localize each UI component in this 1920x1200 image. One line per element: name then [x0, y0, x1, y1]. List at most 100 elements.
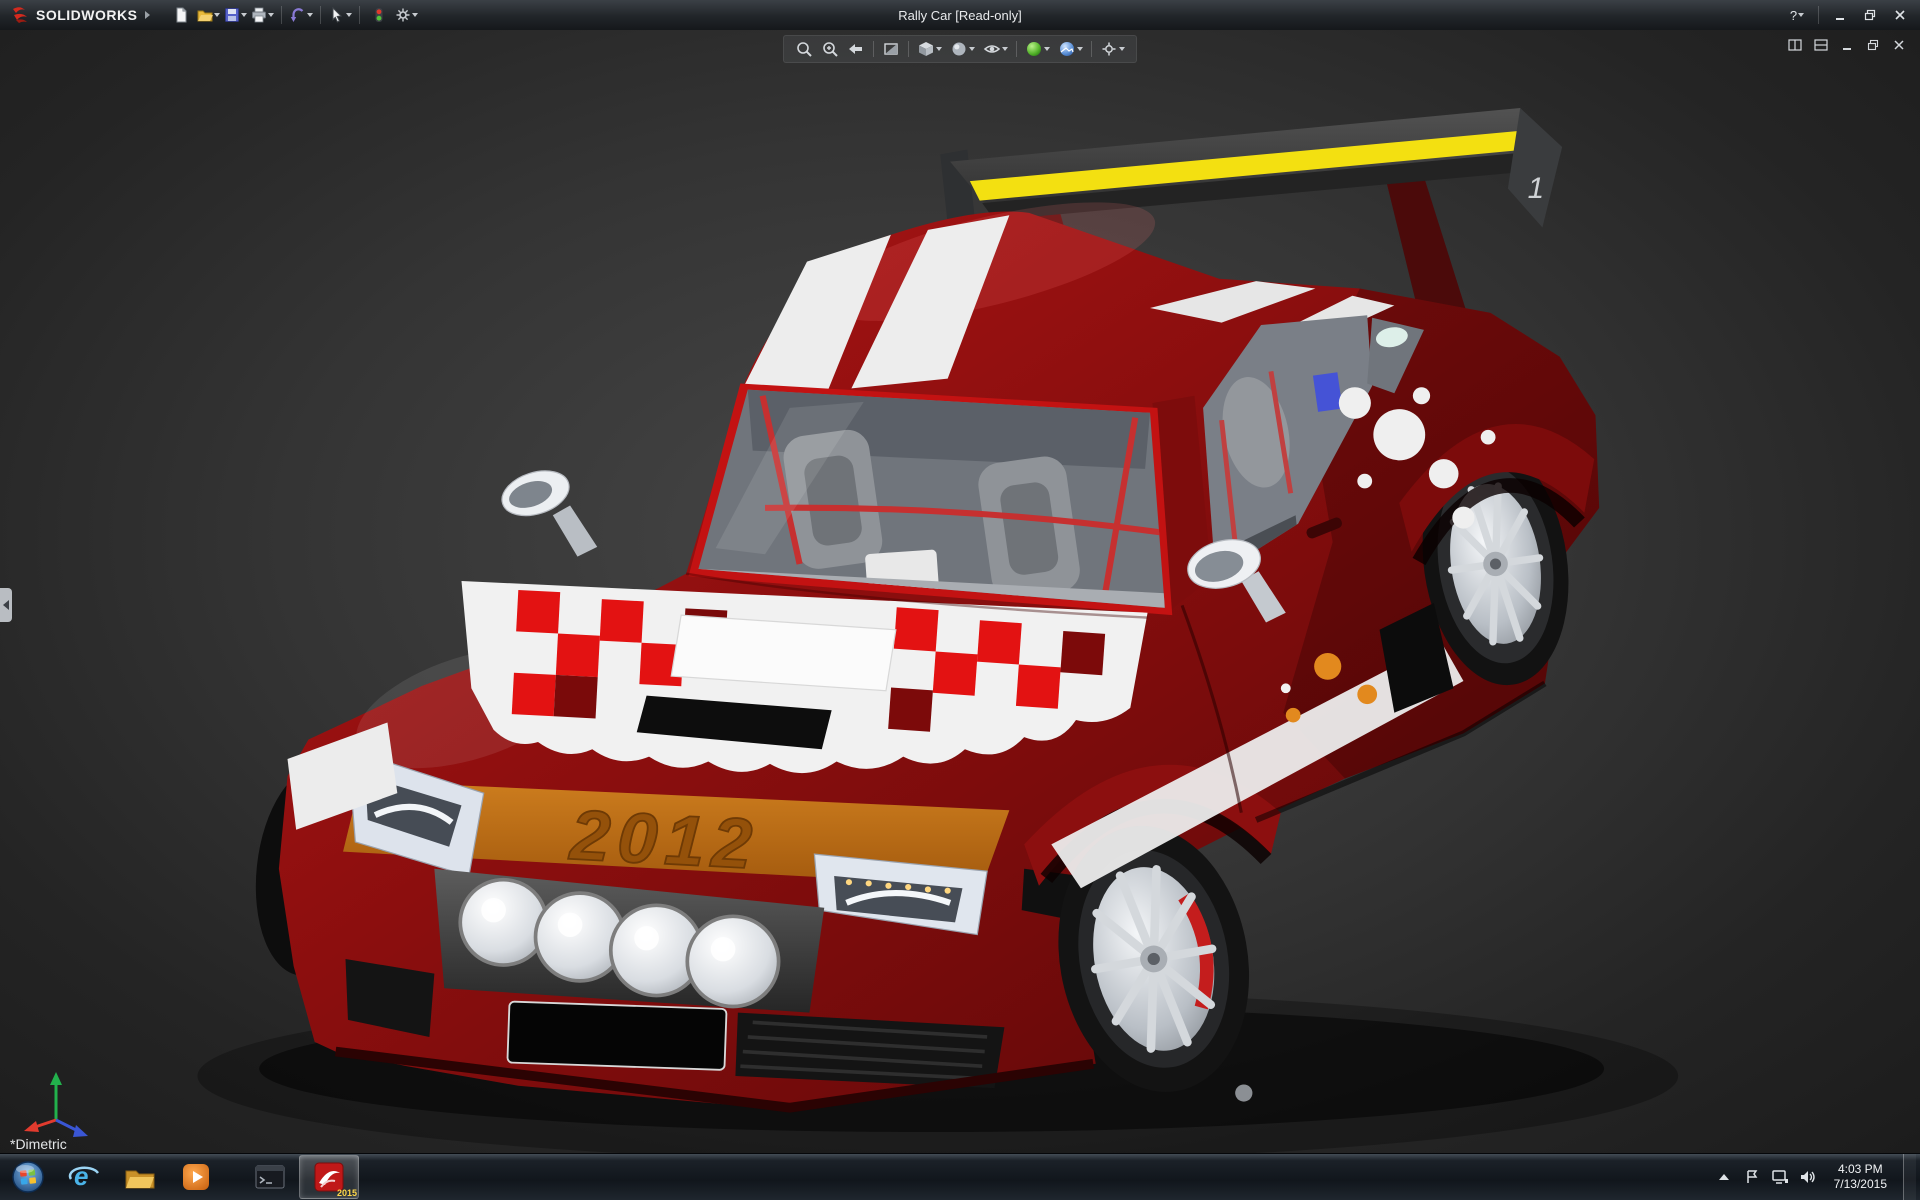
toolbar-separator — [320, 6, 321, 24]
section-view-button[interactable] — [879, 38, 903, 60]
taskbar: e 2015 — [0, 1153, 1920, 1200]
logo-expand-arrow-icon[interactable] — [145, 11, 150, 19]
view-settings-button[interactable] — [1097, 38, 1128, 60]
undo-icon — [290, 7, 306, 23]
show-desktop-button[interactable] — [1903, 1154, 1916, 1200]
options-gear-icon — [395, 7, 411, 23]
dropdown-caret-icon[interactable] — [268, 13, 274, 17]
license-plate[interactable] — [507, 1002, 726, 1070]
doc-restore-button[interactable] — [1862, 36, 1884, 54]
volume-icon[interactable] — [1798, 1154, 1818, 1200]
toolbar-separator — [1016, 41, 1017, 57]
dropdown-caret-icon[interactable] — [1044, 47, 1050, 51]
toolbar-separator — [1091, 41, 1092, 57]
action-center-icon[interactable] — [1742, 1154, 1762, 1200]
print-icon — [251, 7, 267, 23]
print-button[interactable] — [249, 3, 275, 27]
new-document-button[interactable] — [168, 3, 194, 27]
display-style-button[interactable] — [947, 38, 978, 60]
media-player-icon — [181, 1162, 211, 1192]
apply-scene-button[interactable] — [1055, 38, 1086, 60]
dropdown-caret-icon[interactable] — [241, 13, 247, 17]
brand-text: SOLIDWORKS — [36, 7, 137, 23]
start-button[interactable] — [1, 1156, 55, 1198]
network-icon[interactable] — [1770, 1154, 1790, 1200]
graphics-area[interactable]: 1 — [0, 30, 1920, 1154]
document-window-controls — [1784, 36, 1910, 54]
options-button[interactable] — [393, 3, 419, 27]
pane-tile-icon — [1814, 39, 1828, 51]
doc-minimize-button[interactable] — [1836, 36, 1858, 54]
view-orientation-cube-icon — [917, 40, 935, 58]
minimize-button[interactable] — [1826, 4, 1854, 26]
app-logo: SOLIDWORKS — [0, 0, 160, 30]
dropdown-caret-icon[interactable] — [969, 47, 975, 51]
select-button[interactable] — [327, 3, 353, 27]
wing-number-decal: 1 — [1528, 172, 1544, 205]
collapse-arrow-icon — [3, 600, 9, 610]
toolbar-separator — [873, 41, 874, 57]
dropdown-caret-icon[interactable] — [346, 13, 352, 17]
appearance-ball-icon — [1025, 40, 1043, 58]
previous-view-button[interactable] — [844, 38, 868, 60]
dropdown-caret-icon[interactable] — [1119, 47, 1125, 51]
select-icon — [329, 7, 345, 23]
show-hidden-icons-button[interactable] — [1714, 1154, 1734, 1200]
pane-split-icon — [1788, 39, 1802, 51]
dropdown-caret-icon[interactable] — [214, 13, 220, 17]
dropdown-caret-icon[interactable] — [1798, 13, 1804, 17]
window-controls: ? — [1783, 4, 1920, 26]
zoom-to-area-button[interactable] — [818, 38, 842, 60]
taskbar-file-explorer[interactable] — [113, 1156, 167, 1198]
open-button[interactable] — [195, 3, 221, 27]
hide-show-items-button[interactable] — [980, 38, 1011, 60]
edit-appearance-button[interactable] — [1022, 38, 1053, 60]
zoom-to-area-icon — [821, 40, 839, 58]
close-button[interactable] — [1886, 4, 1914, 26]
pane-tile-button[interactable] — [1810, 36, 1832, 54]
view-orientation-label: *Dimetric — [10, 1136, 67, 1152]
hood-year-decal: 2012 — [566, 796, 761, 884]
left-mirror[interactable] — [496, 463, 597, 557]
windows-start-icon — [11, 1160, 45, 1194]
restore-button[interactable] — [1856, 4, 1884, 26]
save-button[interactable] — [222, 3, 248, 27]
taskbar-solidworks[interactable]: 2015 — [299, 1155, 359, 1199]
exhaust-tip — [1235, 1085, 1252, 1102]
command-prompt-icon — [255, 1165, 285, 1189]
help-button[interactable]: ? — [1783, 4, 1811, 26]
taskbar-command-prompt[interactable] — [243, 1156, 297, 1198]
dropdown-caret-icon[interactable] — [412, 13, 418, 17]
rally-car-3d-model[interactable]: 1 — [0, 30, 1920, 1154]
up-caret-icon — [1719, 1174, 1729, 1180]
taskbar-internet-explorer[interactable]: e — [57, 1156, 111, 1198]
toolbar-separator — [359, 6, 360, 24]
toolbar-separator — [908, 41, 909, 57]
taskbar-media-player[interactable] — [169, 1156, 223, 1198]
doc-close-button[interactable] — [1888, 36, 1910, 54]
view-orientation-button[interactable] — [914, 38, 945, 60]
dropdown-caret-icon[interactable] — [1077, 47, 1083, 51]
svg-text:e: e — [74, 1161, 88, 1191]
solidworks-version-badge: 2015 — [337, 1188, 357, 1198]
taskbar-clock[interactable]: 4:03 PM 7/13/2015 — [1826, 1162, 1895, 1192]
doc-restore-icon — [1867, 39, 1879, 51]
zoom-to-fit-button[interactable] — [792, 38, 816, 60]
folder-icon — [124, 1163, 156, 1191]
window-title: Rally Car [Read-only] — [898, 8, 1022, 23]
pane-split-button[interactable] — [1784, 36, 1806, 54]
featuremanager-collapsed-tab[interactable] — [0, 588, 12, 622]
doc-minimize-icon — [1841, 39, 1853, 51]
minimize-icon — [1834, 9, 1846, 21]
save-icon — [224, 7, 240, 23]
clock-time: 4:03 PM — [1834, 1162, 1887, 1177]
windshield[interactable] — [689, 384, 1173, 616]
dropdown-caret-icon[interactable] — [1002, 47, 1008, 51]
undo-button[interactable] — [288, 3, 314, 27]
view-settings-icon — [1100, 40, 1118, 58]
restore-icon — [1864, 9, 1876, 21]
dropdown-caret-icon[interactable] — [307, 13, 313, 17]
previous-view-icon — [847, 40, 865, 58]
dropdown-caret-icon[interactable] — [936, 47, 942, 51]
rebuild-button[interactable] — [366, 3, 392, 27]
